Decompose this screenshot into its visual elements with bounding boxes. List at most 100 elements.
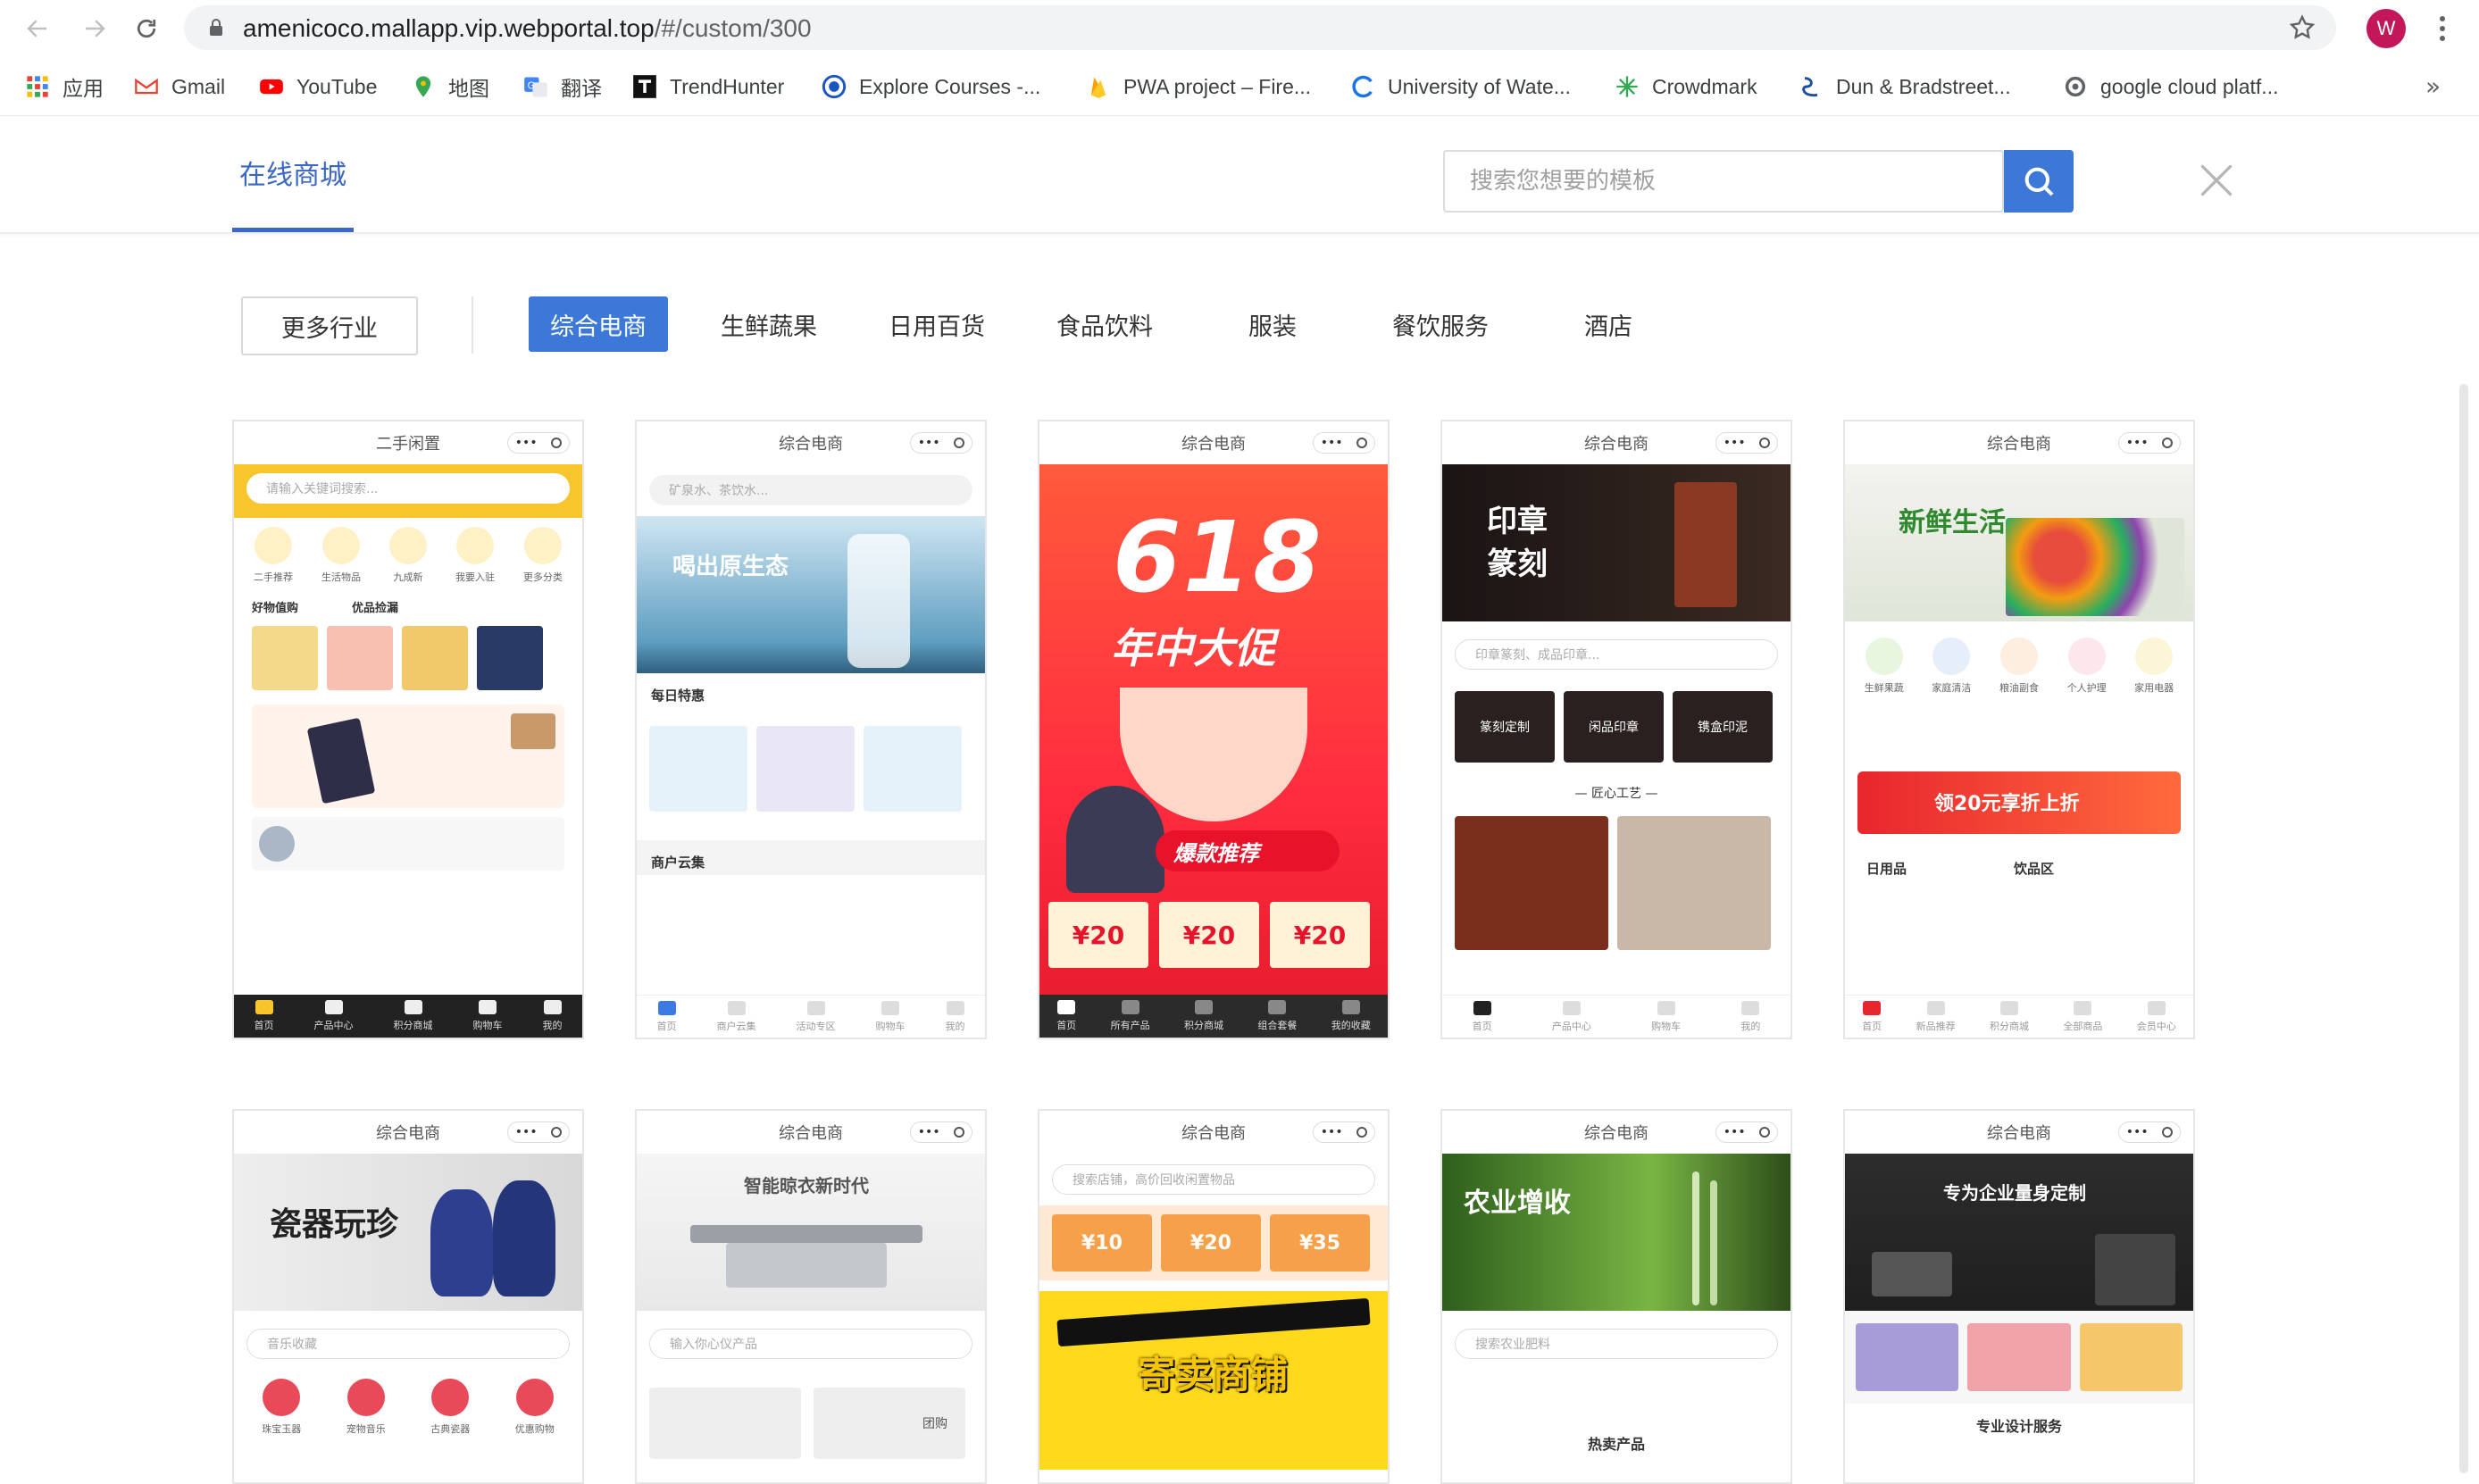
category-item: 我要入驻 (455, 527, 495, 584)
tab-item: 购物车 (1651, 1000, 1681, 1033)
page-scrollbar[interactable] (2459, 384, 2468, 1473)
category-food-beverage[interactable]: 食品饮料 (1038, 296, 1172, 352)
grid-icon (324, 1000, 343, 1014)
category-general-ecommerce[interactable]: 综合电商 (529, 296, 668, 352)
bookmark-pwa-project[interactable]: PWA project – Fire... (1086, 71, 1311, 102)
profile-avatar[interactable]: W (2366, 9, 2406, 48)
category-item: 更多分类 (523, 527, 563, 584)
clothes-rack-image (726, 1243, 887, 1288)
home-icon (1473, 1000, 1491, 1015)
search-button[interactable] (2004, 150, 2074, 213)
category-fresh-produce[interactable]: 生鲜蔬果 (702, 296, 836, 352)
tab-online-mall[interactable]: 在线商城 (232, 116, 354, 232)
capsule-menu-icon: ••• (910, 432, 972, 454)
youtube-icon (259, 74, 284, 99)
category-catering[interactable]: 餐饮服务 (1373, 296, 1507, 352)
category-hotel[interactable]: 酒店 (1541, 296, 1675, 352)
address-bar[interactable]: amenicoco.mallapp.vip.webportal.top/#/cu… (184, 5, 2336, 50)
bookmark-youtube[interactable]: YouTube (259, 71, 377, 102)
bookmark-star-icon[interactable] (2288, 13, 2316, 42)
category-clothing[interactable]: 服装 (1206, 296, 1340, 352)
home-icon (255, 1000, 273, 1014)
template-card[interactable]: 综合电商 ••• 新鲜生活 生鲜果蔬 家庭清洁 粮油副食 个人护理 家用电器 领2… (1843, 420, 2195, 1039)
template-search-input[interactable] (1443, 150, 2004, 213)
bookmark-gmail[interactable]: Gmail (134, 71, 225, 102)
tab-item: 首页 (1056, 1000, 1076, 1032)
bowl-icon (322, 527, 360, 564)
card-banner: 618 年中大促 爆款推荐 ¥20 ¥20 ¥20 (1039, 464, 1388, 998)
user-icon (1741, 1000, 1760, 1015)
comic-stripe (1056, 1297, 1371, 1347)
banner-title: 农业增收 (1464, 1188, 1571, 1219)
bookmark-apps[interactable]: 应用 (25, 71, 104, 102)
capsule-menu-icon: ••• (507, 1121, 570, 1143)
category-label: 九成新 (393, 571, 423, 583)
bookmark-explore-courses[interactable]: Explore Courses -... (822, 71, 1040, 102)
category-label: 家用电器 (2134, 682, 2174, 694)
bookmark-dun-bradstreet[interactable]: Dun & Bradstreet... (1799, 71, 2011, 102)
template-card[interactable]: 二手闲置 ••• 请输入关键词搜索... 二手推荐 生活物品 九成新 我要入驻 更… (232, 420, 584, 1039)
vegetable-icon (1865, 638, 1903, 675)
service-chip: 镌盒印泥 (1673, 691, 1773, 763)
promo-banner: 领20元享折上折 (1857, 771, 2181, 834)
template-card[interactable]: 综合电商 ••• 农业增收 搜索农业肥料 热卖产品 (1440, 1109, 1792, 1484)
grain-icon (1999, 638, 2038, 675)
bookmark-trendhunter[interactable]: TrendHunter (632, 71, 784, 102)
tab-label: 产品中心 (313, 1020, 354, 1031)
category-item: 粮油副食 (1999, 638, 2039, 695)
arrow-right-icon (86, 20, 105, 38)
bookmark-label: TrendHunter (670, 74, 785, 98)
close-icon[interactable] (2197, 161, 2236, 200)
bookmarks-overflow-button[interactable]: » (2425, 71, 2441, 101)
template-card[interactable]: 综合电商 ••• 瓷器玩珍 音乐收藏 珠宝玉器 宠物音乐 古典瓷器 优惠购物 (232, 1109, 584, 1484)
capsule-menu-icon: ••• (1313, 432, 1375, 454)
device-image (2095, 1234, 2175, 1305)
product-image (756, 726, 855, 812)
template-card[interactable]: 综合电商 ••• 矿泉水、茶饮水... 喝出原生态 每日特惠 商户云集 首页 商户… (635, 420, 987, 1039)
card-search-bar: 搜索店铺，高价回收闲置物品 (1052, 1164, 1375, 1195)
browser-menu-button[interactable] (2429, 13, 2456, 45)
bookmark-translate[interactable]: G 翻译 (523, 71, 602, 102)
card-banner: 瓷器玩珍 (234, 1154, 582, 1311)
promo-panel (252, 704, 564, 808)
bookmark-crowdmark[interactable]: Crowdmark (1615, 71, 1757, 102)
gift-icon (404, 1000, 422, 1014)
bookmark-university[interactable]: University of Wate... (1350, 71, 1571, 102)
template-card[interactable]: 综合电商 ••• 印章篆刻 印章篆刻、成品印章... 篆刻定制 闲品印章 镌盒印泥… (1440, 420, 1792, 1039)
template-card[interactable]: 综合电商 ••• 搜索店铺，高价回收闲置物品 ¥10 ¥20 ¥35 寄卖商铺 (1038, 1109, 1390, 1484)
card-search-bar: 矿泉水、茶饮水... (649, 475, 972, 505)
tab-item: 首页 (1862, 1000, 1882, 1033)
card-banner: 智能晾衣新时代 (637, 1154, 985, 1311)
card-tabbar: 首页 新品推荐 积分商城 全部商品 会员中心 (1845, 995, 2193, 1038)
bookmark-label: University of Wate... (1388, 74, 1571, 98)
category-daily-goods[interactable]: 日用百货 (870, 296, 1004, 352)
phone-title-bar: 综合电商 ••• (637, 1111, 985, 1154)
back-button[interactable] (18, 9, 57, 48)
tab-item: 全部商品 (2063, 1000, 2103, 1033)
bookmark-maps[interactable]: 地图 (411, 71, 489, 102)
tab-item: 我的 (543, 1000, 563, 1032)
rice-stalk-image (1710, 1180, 1717, 1305)
tab-label: 全部商品 (2063, 1020, 2103, 1032)
home-icon (1057, 1000, 1076, 1014)
coupon: ¥35 (1270, 1214, 1370, 1271)
template-card[interactable]: 综合电商 ••• 智能晾衣新时代 输入你心仪产品 团购 (635, 1109, 987, 1484)
card-search-bar: 印章篆刻、成品印章... (1455, 639, 1778, 670)
gift-icon (1194, 1000, 1213, 1014)
more-industries-button[interactable]: 更多行业 (241, 296, 418, 355)
template-card[interactable]: 综合电商 ••• 专为企业量身定制 专业设计服务 (1843, 1109, 2195, 1484)
section-title: 每日特惠 (651, 688, 705, 704)
tab-item: 购物车 (876, 1000, 906, 1033)
reload-button[interactable] (127, 9, 166, 48)
card-title: 综合电商 (1181, 1124, 1246, 1143)
service-chips: 篆刻定制 闲品印章 镌盒印泥 (1442, 680, 1790, 773)
card-title: 综合电商 (376, 1124, 440, 1143)
vase-image (493, 1180, 555, 1296)
card-search-bar: 音乐收藏 (246, 1329, 570, 1359)
template-card[interactable]: 综合电商 ••• 618 年中大促 爆款推荐 ¥20 ¥20 ¥20 首页 所有产… (1038, 420, 1390, 1039)
bookmark-google-cloud[interactable]: google cloud platf... (2063, 71, 2278, 102)
model-image (1066, 786, 1164, 893)
forward-button[interactable] (75, 9, 114, 48)
card-banner: 喝出原生态 (637, 516, 985, 673)
search-icon (2024, 167, 2054, 196)
